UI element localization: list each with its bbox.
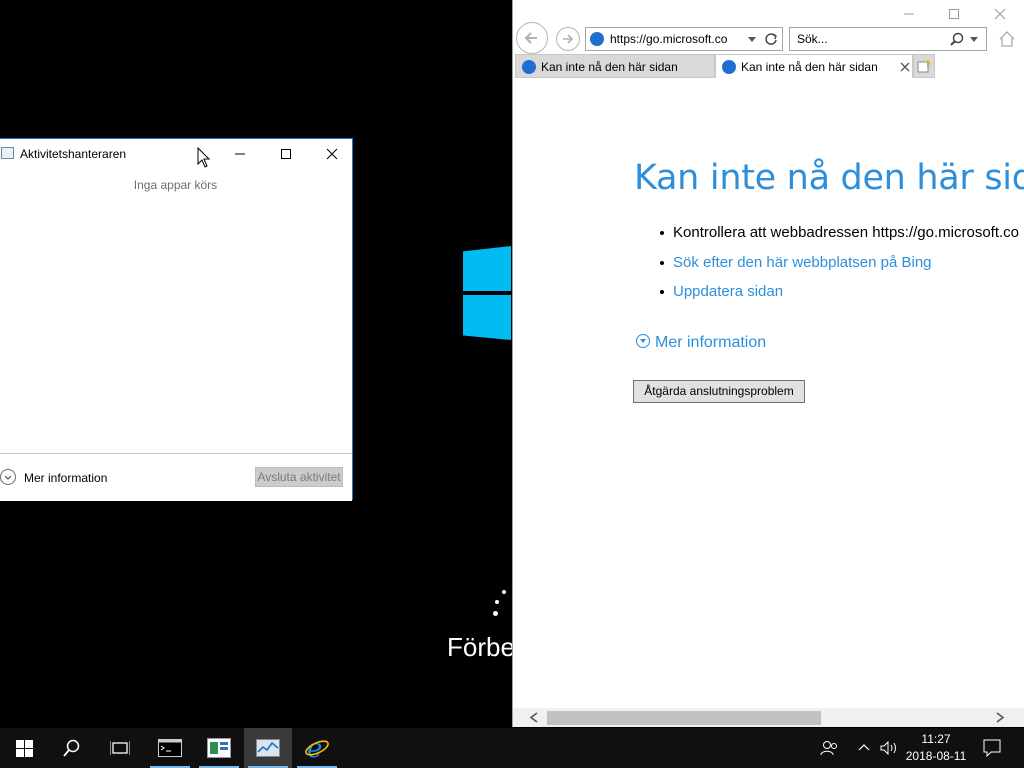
- forward-arrow-icon: [563, 34, 574, 44]
- ie-favicon-icon: [590, 32, 604, 46]
- maximize-icon: [281, 149, 291, 159]
- window-title: Aktivitetshanteraren: [20, 147, 127, 161]
- more-info-label: Mer information: [655, 334, 767, 351]
- search-icon[interactable]: [950, 32, 964, 46]
- dropdown-arrow-icon[interactable]: [748, 37, 756, 43]
- windows-start-icon: [15, 739, 33, 757]
- bullet-search-bing: Sök efter den här webbplatsen på Bing: [660, 254, 932, 271]
- mouse-cursor-icon: [197, 147, 211, 168]
- task-manager-icon: [1, 147, 14, 159]
- ie-favicon-icon: [522, 60, 536, 74]
- task-manager-icon: [256, 739, 280, 757]
- horizontal-scrollbar[interactable]: [513, 708, 1024, 727]
- taskbar-cmd[interactable]: [146, 728, 194, 768]
- action-center-icon[interactable]: [983, 739, 1001, 757]
- search-bing-link[interactable]: Sök efter den här webbplatsen på Bing: [673, 254, 932, 271]
- ie-minimize-button[interactable]: [886, 0, 932, 28]
- taskbar-internet-explorer[interactable]: e: [293, 728, 341, 768]
- ie-maximize-button[interactable]: [931, 0, 977, 28]
- minimize-icon: [904, 13, 914, 15]
- ie-window: https://go.microsoft.co Sök... Kan inte …: [512, 0, 1024, 727]
- clock-time[interactable]: 11:27: [907, 732, 965, 746]
- command-prompt-icon: [158, 739, 182, 757]
- minimize-icon: [235, 153, 245, 155]
- taskbar-task-manager[interactable]: [244, 728, 292, 768]
- task-manager-footer: Mer information Avsluta aktivitet: [0, 453, 352, 501]
- bullet-dot: [660, 231, 664, 236]
- windows-logo-bottom: [463, 295, 511, 340]
- task-view-button[interactable]: [96, 728, 144, 768]
- task-manager-window: Aktivitetshanteraren Inga appar körs Mer…: [0, 138, 355, 501]
- fix-connection-button[interactable]: Åtgärda anslutningsproblem: [633, 380, 805, 403]
- end-task-button: Avsluta aktivitet: [255, 467, 343, 487]
- dropdown-arrow-icon[interactable]: [970, 37, 978, 43]
- bullet-refresh: Uppdatera sidan: [660, 283, 783, 300]
- windows-logo-top: [463, 246, 511, 291]
- error-heading: Kan inte nå den här sidan: [634, 158, 1024, 198]
- close-icon: [994, 8, 1006, 20]
- bullet-check-text: Kontrollera att webbadressen https://go.…: [673, 224, 1020, 241]
- people-icon[interactable]: [820, 740, 838, 756]
- forward-button[interactable]: [556, 27, 580, 51]
- new-tab-icon: [917, 59, 931, 73]
- more-info-toggle[interactable]: Mer information: [636, 334, 766, 352]
- tab-label: Kan inte nå den här sidan: [741, 60, 878, 74]
- server-manager-icon: [207, 738, 231, 758]
- home-icon[interactable]: [998, 30, 1016, 48]
- taskbar-server-manager[interactable]: [195, 728, 243, 768]
- close-button[interactable]: [309, 139, 355, 169]
- volume-icon[interactable]: [880, 740, 898, 756]
- internet-explorer-icon: e: [305, 735, 329, 761]
- chevron-up-icon[interactable]: [858, 743, 870, 751]
- new-tab-button[interactable]: [913, 54, 935, 78]
- close-icon: [326, 148, 338, 160]
- clock-date[interactable]: 2018-08-11: [903, 749, 969, 763]
- ie-favicon-icon: [722, 60, 736, 74]
- tab-label: Kan inte nå den här sidan: [541, 60, 678, 74]
- search-input[interactable]: Sök...: [797, 32, 828, 46]
- address-input[interactable]: https://go.microsoft.co: [610, 32, 727, 46]
- preparing-text: Förbe: [447, 632, 513, 662]
- taskbar: e 11:27 2018-08-11: [0, 728, 1024, 768]
- back-button[interactable]: [516, 22, 548, 54]
- scroll-left-icon[interactable]: [529, 712, 539, 723]
- ie-close-button[interactable]: [977, 0, 1023, 28]
- bullet-dot: [660, 261, 664, 266]
- tab-1[interactable]: Kan inte nå den här sidan: [515, 54, 715, 78]
- tab-2[interactable]: Kan inte nå den här sidan: [715, 54, 913, 78]
- scroll-right-icon[interactable]: [995, 712, 1005, 723]
- start-button[interactable]: [0, 728, 48, 768]
- task-view-icon: [110, 741, 130, 755]
- more-details-link[interactable]: Mer information: [24, 471, 107, 485]
- search-icon: [63, 739, 80, 757]
- refresh-icon[interactable]: [764, 32, 778, 46]
- scrollbar-thumb[interactable]: [547, 711, 821, 725]
- chevron-down-icon[interactable]: [0, 469, 16, 485]
- maximize-button[interactable]: [263, 139, 309, 169]
- bullet-check-address: Kontrollera att webbadressen https://go.…: [660, 224, 1019, 241]
- minimize-button[interactable]: [217, 139, 263, 169]
- refresh-page-link[interactable]: Uppdatera sidan: [673, 283, 783, 300]
- back-arrow-icon: [524, 32, 537, 44]
- search-box[interactable]: Sök...: [789, 27, 987, 51]
- no-apps-message: Inga appar körs: [133, 178, 218, 192]
- close-tab-icon[interactable]: [900, 62, 910, 72]
- maximize-icon: [949, 9, 959, 19]
- address-bar[interactable]: https://go.microsoft.co: [585, 27, 783, 51]
- chevron-down-icon: [636, 334, 650, 348]
- search-button[interactable]: [48, 728, 96, 768]
- bullet-dot: [660, 290, 664, 295]
